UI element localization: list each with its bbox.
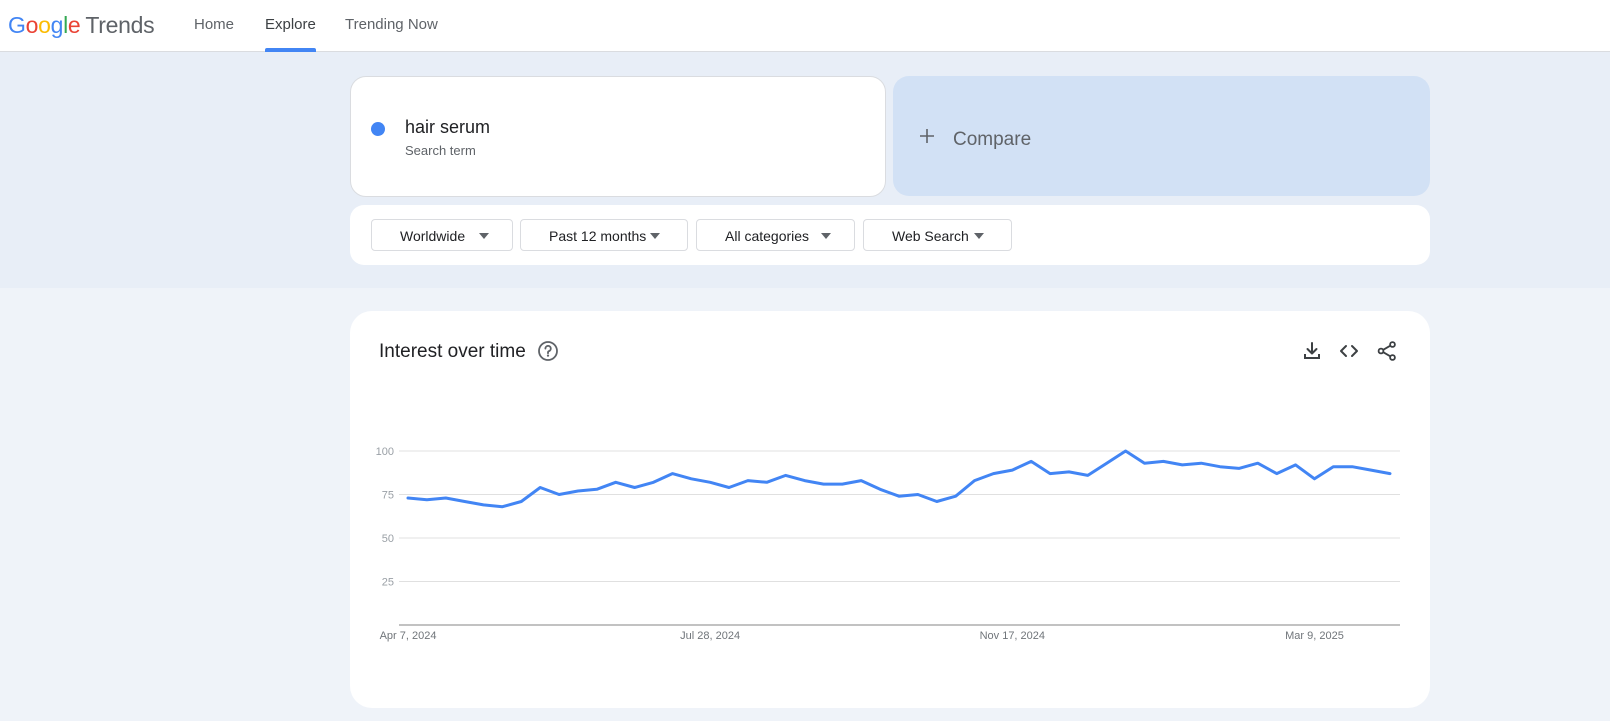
- data-point: [670, 472, 674, 476]
- data-point: [444, 496, 448, 500]
- data-point: [821, 482, 825, 486]
- data-point: [614, 480, 618, 484]
- data-point: [897, 494, 901, 498]
- filter-search-type-dropdown[interactable]: Web Search: [863, 219, 1012, 251]
- series-line: [406, 449, 1392, 509]
- interest-over-time-panel: Interest over time 25 50 75 100 Apr 7, 2024 J…: [350, 311, 1430, 708]
- data-point: [1237, 466, 1241, 470]
- data-point: [1048, 472, 1052, 476]
- data-point: [1143, 461, 1147, 465]
- data-point: [916, 493, 920, 497]
- data-point: [1350, 465, 1354, 469]
- logo-letter: g: [50, 12, 64, 38]
- data-point: [727, 486, 731, 490]
- data-point: [765, 480, 769, 484]
- data-point: [1312, 477, 1316, 481]
- data-point: [1331, 465, 1335, 469]
- data-point: [1029, 459, 1033, 463]
- logo-letter: e: [67, 12, 81, 38]
- logo-letter: o: [25, 12, 39, 38]
- caret-down-icon: [974, 233, 984, 239]
- data-point: [1086, 473, 1090, 477]
- search-term-type: Search term: [405, 143, 476, 158]
- data-point: [1105, 461, 1109, 465]
- data-point: [878, 487, 882, 491]
- data-point: [1161, 459, 1165, 463]
- data-point: [1294, 463, 1298, 467]
- data-point: [482, 503, 486, 507]
- nav-explore[interactable]: Explore: [265, 16, 316, 33]
- data-point: [406, 496, 410, 500]
- data-point: [595, 487, 599, 491]
- x-tick-label: Nov 17, 2024: [980, 630, 1045, 642]
- term-color-dot: [371, 122, 385, 136]
- data-point: [1124, 449, 1128, 453]
- top-bar: Google Trends Home Explore Trending Now: [0, 0, 1610, 52]
- filter-category-dropdown[interactable]: All categories: [696, 219, 855, 251]
- data-point: [576, 489, 580, 493]
- logo-product-name: Trends: [85, 12, 155, 38]
- data-point: [689, 477, 693, 481]
- data-point: [1180, 463, 1184, 467]
- data-point: [803, 479, 807, 483]
- logo-letter: G: [8, 12, 26, 38]
- data-point: [840, 482, 844, 486]
- data-point: [1256, 461, 1260, 465]
- compare-button[interactable]: Compare: [893, 76, 1430, 196]
- data-point: [633, 486, 637, 490]
- x-tick-label: Apr 7, 2024: [380, 630, 437, 642]
- data-point: [1275, 472, 1279, 476]
- data-point: [425, 498, 429, 502]
- data-point: [519, 499, 523, 503]
- google-trends-logo[interactable]: Google Trends: [8, 12, 155, 39]
- filter-search-type-label: Web Search: [892, 228, 969, 244]
- y-tick-label: 75: [382, 490, 394, 502]
- search-term-name[interactable]: hair serum: [405, 117, 490, 138]
- x-tick-label: Jul 28, 2024: [680, 630, 740, 642]
- y-tick-label: 100: [376, 446, 394, 458]
- data-point: [500, 505, 504, 509]
- data-point: [746, 479, 750, 483]
- x-tick-label: Mar 9, 2025: [1285, 630, 1344, 642]
- data-point: [973, 479, 977, 483]
- filter-location-dropdown[interactable]: Worldwide: [371, 219, 513, 251]
- data-point: [1199, 461, 1203, 465]
- data-point: [1369, 468, 1373, 472]
- compare-label: Compare: [953, 129, 1032, 150]
- data-point: [784, 473, 788, 477]
- data-point: [463, 499, 467, 503]
- data-point: [859, 479, 863, 483]
- data-point: [557, 493, 561, 497]
- logo-letter: o: [38, 12, 51, 38]
- data-point: [1218, 465, 1222, 469]
- search-term-card[interactable]: hair serum Search term: [350, 76, 886, 197]
- data-point: [708, 480, 712, 484]
- plus-icon: [920, 129, 934, 143]
- caret-down-icon: [650, 233, 660, 239]
- caret-down-icon: [821, 233, 831, 239]
- data-point: [538, 486, 542, 490]
- y-tick-label: 25: [382, 577, 394, 589]
- filter-category-label: All categories: [725, 228, 810, 244]
- data-point: [1388, 472, 1392, 476]
- data-point: [935, 499, 939, 503]
- filters-bar: Worldwide Past 12 months All categories …: [350, 205, 1430, 265]
- data-point: [652, 480, 656, 484]
- y-tick-label: 50: [382, 533, 394, 545]
- filter-time-range-label: Past 12 months: [549, 228, 647, 244]
- caret-down-icon: [479, 233, 489, 239]
- data-point: [1067, 470, 1071, 474]
- data-point: [1010, 468, 1014, 472]
- data-point: [991, 472, 995, 476]
- filter-location-label: Worldwide: [400, 228, 466, 244]
- data-point: [954, 494, 958, 498]
- filter-time-range-dropdown[interactable]: Past 12 months: [520, 219, 688, 251]
- nav-home[interactable]: Home: [194, 16, 234, 33]
- nav-trending-now[interactable]: Trending Now: [345, 16, 438, 33]
- interest-line-chart[interactable]: 25 50 75 100 Apr 7, 2024 Jul 28, 2024 Nov 17, …: [350, 311, 1430, 708]
